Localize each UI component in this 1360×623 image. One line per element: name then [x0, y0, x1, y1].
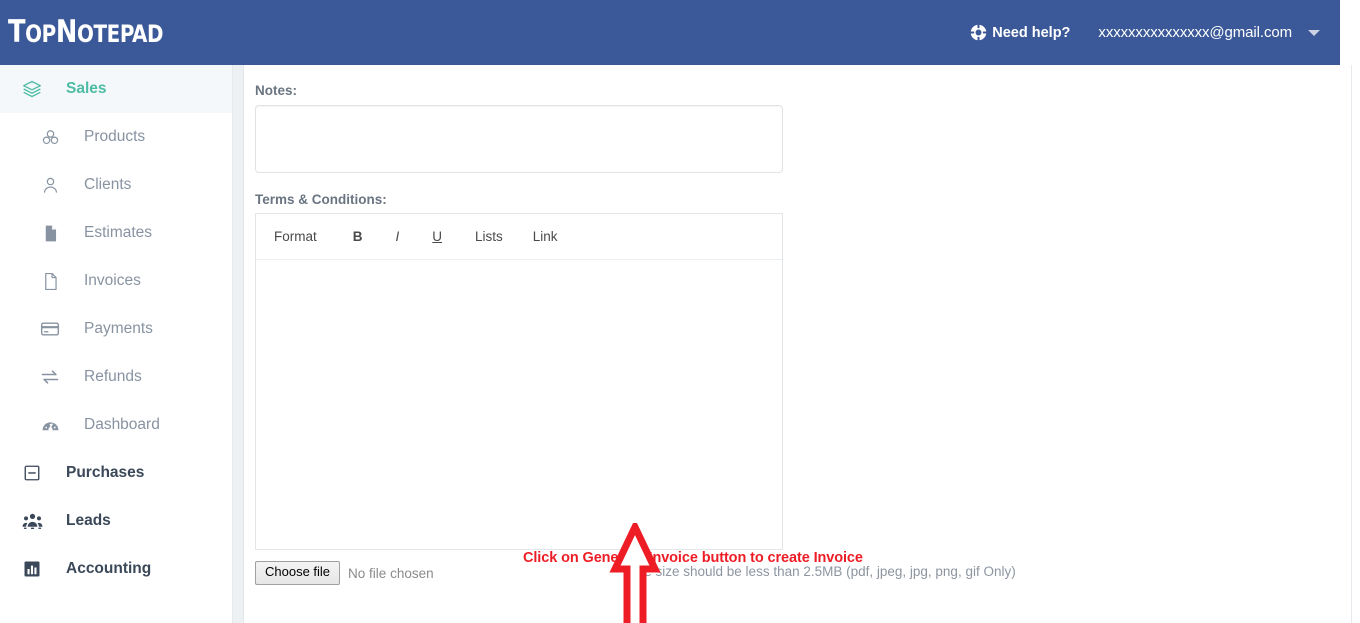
terms-editor: Format B I U Lists Link Click on Generate Inv… [255, 213, 863, 566]
app-root: TOPNOTEPAD Need help? xxxxxxxxxxxxxxx@gm… [0, 0, 1360, 623]
sidebar-nav: Sales Products Clients Estimates Invoices Pay… [0, 65, 233, 623]
sidebar-item-label: Accounting [66, 560, 152, 577]
choose-file-button[interactable]: Choose file [255, 561, 341, 585]
sidebar-item-clients[interactable]: Clients [0, 161, 232, 209]
sidebar-item-label: Clients [84, 176, 132, 193]
file-filled-icon [34, 221, 66, 245]
exchange-icon [34, 365, 66, 389]
users-group-icon [16, 509, 48, 533]
user-email[interactable]: xxxxxxxxxxxxxxx@gmail.com [1098, 24, 1292, 41]
sidebar-item-label: Purchases [66, 464, 145, 481]
sidebar-item-label: Dashboard [84, 416, 160, 433]
sidebar-item-label: Products [84, 128, 146, 145]
sidebar-item-sales[interactable]: Sales [0, 65, 232, 113]
header-right: Need help? xxxxxxxxxxxxxxx@gmail.com [970, 0, 1340, 65]
main-content: Notes: Terms & Conditions: Format B I U List… [245, 65, 1352, 623]
need-help-link[interactable]: Need help? [970, 24, 1070, 41]
logo-op: OP [25, 20, 56, 48]
sidebar-item-label: Estimates [84, 224, 153, 241]
sidebar-item-label: Invoices [84, 272, 141, 289]
bar-chart-icon [16, 557, 48, 581]
file-outline-icon [34, 269, 66, 293]
sidebar-item-accounting[interactable]: Accounting [0, 545, 232, 593]
user-icon [34, 173, 66, 197]
file-size-hint: File size should be less than 2.5MB (pdf… [630, 564, 1016, 579]
link-button[interactable]: Link [532, 227, 559, 246]
editor-toolbar: Format B I U Lists Link [256, 214, 782, 260]
notes-label: Notes: [255, 83, 298, 98]
lists-button[interactable]: Lists [474, 227, 504, 246]
user-menu-toggle[interactable] [1292, 0, 1336, 65]
format-dropdown[interactable]: Format [273, 227, 318, 246]
sidebar-item-products[interactable]: Products [0, 113, 232, 161]
layers-icon [16, 77, 48, 101]
lifebuoy-icon [970, 24, 987, 41]
italic-button[interactable]: I [395, 227, 401, 246]
sidebar-item-payments[interactable]: Payments [0, 305, 232, 353]
sidebar-item-leads[interactable]: Leads [0, 497, 232, 545]
notes-input[interactable] [255, 105, 783, 173]
file-status-text: No file chosen [348, 565, 434, 581]
minus-square-icon [16, 461, 48, 485]
sidebar-item-label: Payments [84, 320, 153, 337]
app-header: TOPNOTEPAD Need help? xxxxxxxxxxxxxxx@gm… [0, 0, 1340, 65]
cubes-icon [34, 125, 66, 149]
bold-button[interactable]: B [352, 227, 364, 246]
sidebar-item-invoices[interactable]: Invoices [0, 257, 232, 305]
app-logo[interactable]: TOPNOTEPAD [8, 17, 164, 48]
logo-otepad: OTEPAD [76, 20, 164, 48]
credit-card-icon [34, 317, 66, 341]
chevron-down-icon [1308, 29, 1320, 36]
file-upload-row: Choose file No file chosen File size sho… [255, 561, 1255, 585]
sidebar-item-label: Sales [66, 80, 107, 97]
terms-editor-body[interactable]: Click on Generate Invoice button to crea… [256, 260, 863, 566]
sidebar-divider [233, 65, 244, 623]
sidebar-item-label: Refunds [84, 368, 142, 385]
sidebar-item-estimates[interactable]: Estimates [0, 209, 232, 257]
tachometer-icon [34, 413, 66, 437]
underline-button[interactable]: U [431, 227, 443, 246]
terms-label: Terms & Conditions: [255, 192, 387, 207]
need-help-label: Need help? [992, 24, 1071, 41]
sidebar-item-label: Leads [66, 512, 111, 529]
sidebar-item-refunds[interactable]: Refunds [0, 353, 232, 401]
sidebar-item-dashboard[interactable]: Dashboard [0, 401, 232, 449]
sidebar-item-purchases[interactable]: Purchases [0, 449, 232, 497]
